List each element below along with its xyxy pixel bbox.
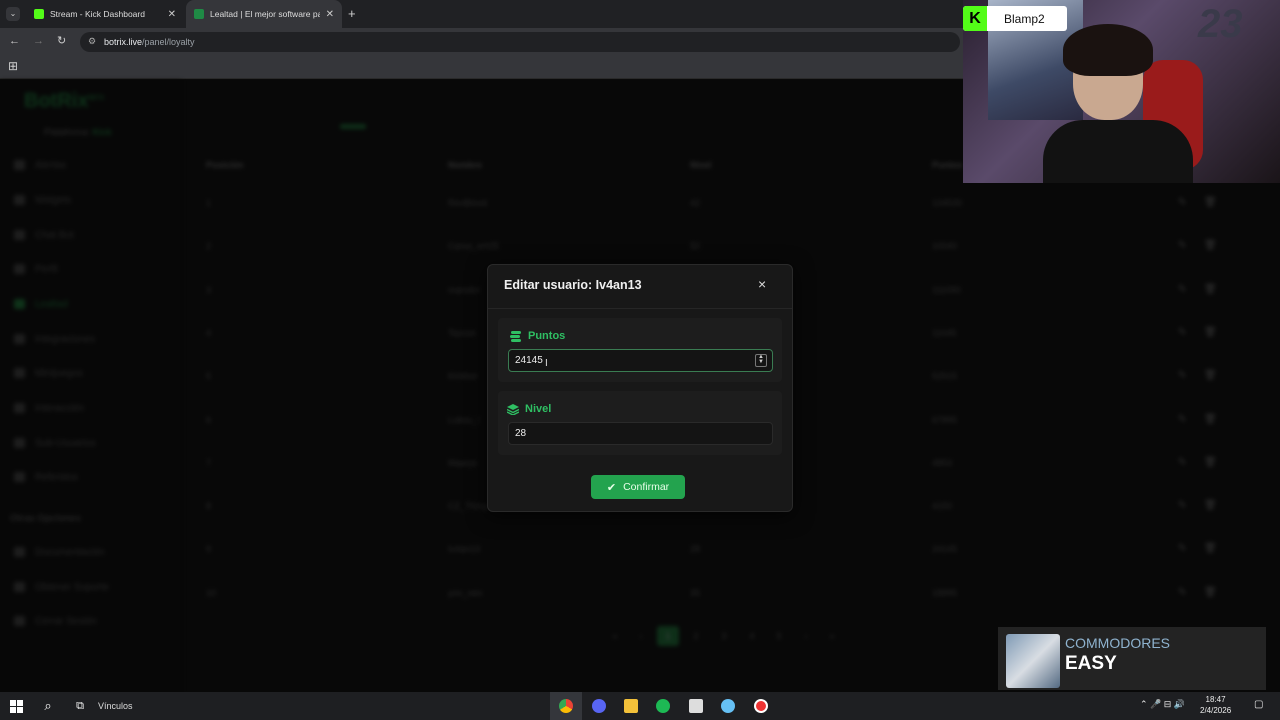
tab-search-icon[interactable]: ⌄ [6, 7, 20, 21]
tab-lealtad[interactable]: Lealtad | El mejor software para ✕ [186, 0, 342, 28]
check-icon: ✔ [606, 481, 617, 494]
epic-games-icon[interactable] [680, 692, 712, 720]
level-field-group: Nivel [498, 391, 782, 455]
file-explorer-icon[interactable] [615, 692, 647, 720]
url-bar[interactable]: ⚙ botrix.live/panel/loyalty [80, 32, 960, 52]
botrix-favicon-icon [194, 9, 204, 19]
notification-icon[interactable]: ▢ [1254, 699, 1263, 710]
close-tab-icon[interactable]: ✕ [168, 9, 176, 20]
url-host: botrix.live [104, 37, 143, 47]
links-toolbar[interactable]: Vínculos [98, 692, 133, 720]
url-path: /panel/loyalty [142, 37, 195, 47]
back-icon[interactable]: ← [9, 35, 20, 47]
webcam-body [1043, 120, 1193, 183]
chrome-icon[interactable] [550, 692, 582, 720]
points-field-group: Puntos ▲▼ [498, 318, 782, 382]
album-artist: COMMODORES [1065, 635, 1170, 651]
coins-icon [510, 330, 521, 342]
new-tab-icon[interactable]: + [348, 6, 356, 21]
modal-title: Editar usuario: Iv4an13 [504, 278, 642, 292]
confirm-button[interactable]: ✔ Confirmar [591, 475, 685, 499]
album-art [1006, 634, 1060, 688]
close-tab-icon[interactable]: ✕ [326, 9, 334, 20]
points-label: Puntos [510, 330, 565, 342]
level-input[interactable] [508, 422, 773, 445]
site-info-icon[interactable]: ⚙ [88, 36, 96, 47]
spotify-icon[interactable] [647, 692, 679, 720]
edit-user-modal: Editar usuario: Iv4an13 × Puntos ▲▼ Nive… [487, 264, 793, 512]
discord-icon[interactable] [583, 692, 615, 720]
text-cursor-icon: I [545, 358, 548, 369]
reload-icon[interactable]: ↻ [57, 34, 66, 47]
webcam-number: 23 [1198, 2, 1243, 46]
kick-username: Blamp2 [1004, 11, 1045, 26]
kick-favicon-icon [34, 9, 44, 19]
tray-icons[interactable]: ⌃ 🎤 ⊟ 🔊 [1140, 699, 1185, 710]
windows-start-icon[interactable] [0, 692, 32, 720]
search-icon[interactable]: ⌕ [32, 692, 64, 720]
tab-title: Lealtad | El mejor software para [210, 9, 320, 19]
apps-grid-icon[interactable]: ⊞ [8, 59, 18, 73]
tab-title: Stream - Kick Dashboard [50, 9, 145, 19]
steam-icon[interactable] [712, 692, 744, 720]
kick-username-badge: K Blamp2 [963, 6, 1067, 31]
level-label: Nivel [507, 403, 551, 415]
webcam-hair [1063, 24, 1153, 76]
task-view-icon[interactable]: ⧉ [64, 692, 96, 720]
forward-icon[interactable]: → [33, 35, 44, 47]
kick-logo-icon: K [963, 6, 987, 31]
close-icon[interactable]: × [758, 276, 766, 292]
tab-kick-dashboard[interactable]: Stream - Kick Dashboard ✕ [26, 0, 184, 28]
now-playing-widget: COMMODORES EASY [998, 627, 1266, 690]
taskbar-clock[interactable]: 18:47 2/4/2026 [1200, 694, 1231, 716]
obs-icon[interactable] [745, 692, 777, 720]
album-title: EASY [1065, 653, 1117, 674]
layers-icon [507, 403, 519, 415]
modal-divider [488, 308, 792, 309]
number-stepper-icon[interactable]: ▲ ▼ [755, 354, 767, 367]
